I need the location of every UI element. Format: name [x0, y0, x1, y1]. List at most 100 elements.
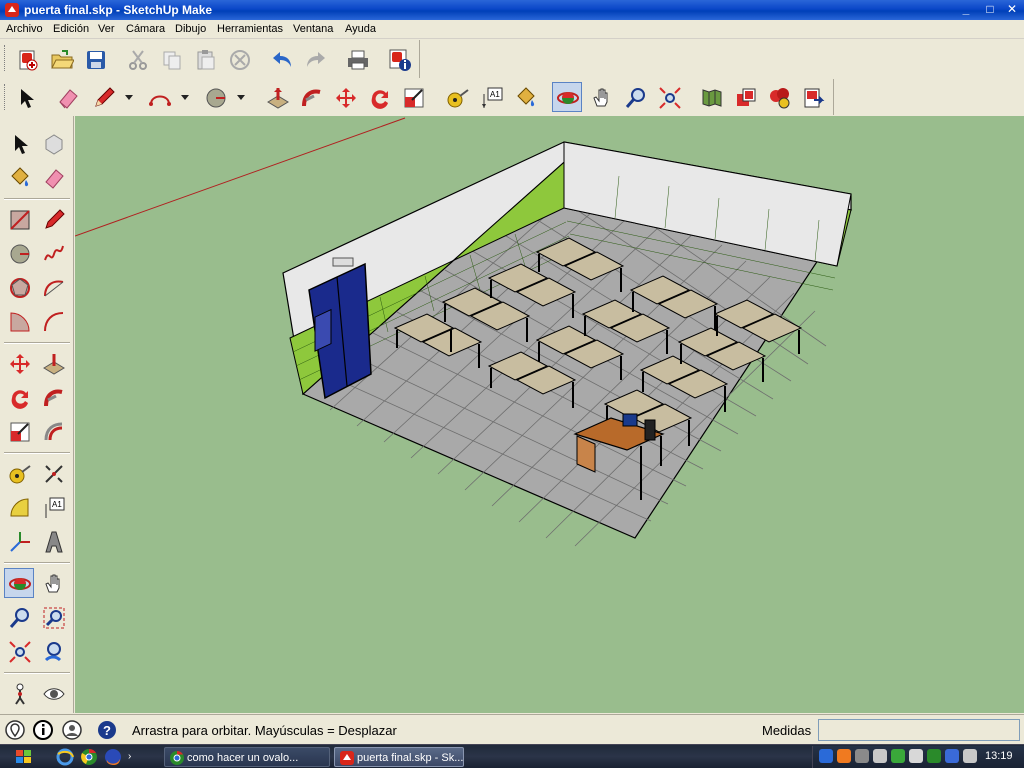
- start-button[interactable]: [4, 747, 44, 767]
- zoom-icon[interactable]: [4, 602, 34, 632]
- circle-icon[interactable]: [4, 238, 34, 268]
- taskbar-button-sketchup[interactable]: puerta final.skp - Sk...: [334, 747, 464, 767]
- zoom-window-icon[interactable]: [38, 602, 68, 632]
- printer-tray-icon[interactable]: [855, 749, 869, 763]
- position-camera-icon[interactable]: [4, 678, 34, 708]
- layout-send-icon[interactable]: [798, 82, 828, 112]
- taskbar-button-chrome[interactable]: como hacer un ovalo...: [164, 747, 330, 767]
- settings-tray-icon[interactable]: [873, 749, 887, 763]
- menu-herramientas[interactable]: Herramientas: [217, 23, 283, 35]
- axes-icon[interactable]: [4, 526, 34, 556]
- print-icon[interactable]: [342, 44, 372, 74]
- arc-icon[interactable]: [144, 82, 174, 112]
- scale-icon[interactable]: [4, 416, 34, 446]
- close-button[interactable]: ✕: [1004, 2, 1020, 17]
- chrome-quicklaunch-icon[interactable]: [80, 748, 98, 766]
- new-file-icon[interactable]: [12, 44, 42, 74]
- offset-icon[interactable]: [38, 416, 68, 446]
- measurements-input[interactable]: [818, 719, 1020, 741]
- rectangle-icon[interactable]: [4, 204, 34, 234]
- move-icon[interactable]: [4, 348, 34, 378]
- geo-location-icon[interactable]: [4, 719, 26, 741]
- extension-warehouse-icon[interactable]: [764, 82, 794, 112]
- eraser-icon[interactable]: [52, 82, 82, 112]
- menu-edicion[interactable]: Edición: [53, 23, 89, 35]
- security-tray-icon[interactable]: [927, 749, 941, 763]
- tape-measure-icon[interactable]: [442, 82, 472, 112]
- zoom-extents-icon[interactable]: [654, 82, 684, 112]
- freehand-icon[interactable]: [38, 238, 68, 268]
- select-arrow-icon[interactable]: [10, 82, 40, 112]
- get-models-icon[interactable]: [696, 82, 726, 112]
- circle-dropdown-icon[interactable]: [236, 92, 246, 102]
- orbit-icon[interactable]: [4, 568, 34, 598]
- redo-icon[interactable]: [300, 44, 330, 74]
- menu-dibujo[interactable]: Dibujo: [175, 23, 206, 35]
- pencil-icon[interactable]: [88, 82, 118, 112]
- copy-icon[interactable]: [156, 44, 186, 74]
- menu-ayuda[interactable]: Ayuda: [345, 23, 376, 35]
- look-around-icon[interactable]: [38, 678, 68, 708]
- pencil-dropdown-icon[interactable]: [124, 92, 134, 102]
- network-tray-icon[interactable]: [819, 749, 833, 763]
- scale-icon[interactable]: [398, 82, 428, 112]
- user-account-icon[interactable]: [61, 719, 83, 741]
- circle-icon[interactable]: [200, 82, 230, 112]
- dimension-icon[interactable]: [38, 458, 68, 488]
- quicklaunch-more-icon[interactable]: ›: [128, 748, 146, 766]
- select-icon[interactable]: [4, 128, 34, 158]
- open-folder-icon[interactable]: [46, 44, 76, 74]
- java-tray-icon[interactable]: [837, 749, 851, 763]
- push-pull-icon[interactable]: [38, 348, 68, 378]
- move-icon[interactable]: [330, 82, 360, 112]
- orbit-icon[interactable]: [552, 82, 582, 112]
- line-icon[interactable]: [38, 204, 68, 234]
- zoom-extents-icon[interactable]: [4, 636, 34, 666]
- follow-me-icon[interactable]: [296, 82, 326, 112]
- polygon-icon[interactable]: [4, 272, 34, 302]
- paint-bucket-icon[interactable]: [4, 162, 34, 192]
- arc-dropdown-icon[interactable]: [180, 92, 190, 102]
- previous-view-icon[interactable]: [38, 636, 68, 666]
- follow-me-icon[interactable]: [38, 382, 68, 412]
- menu-camara[interactable]: Cámara: [126, 23, 165, 35]
- update-tray-icon[interactable]: [945, 749, 959, 763]
- undo-icon[interactable]: [266, 44, 296, 74]
- volume-tray-icon[interactable]: [909, 749, 923, 763]
- tape-measure-icon[interactable]: [4, 458, 34, 488]
- text-icon[interactable]: A1: [38, 492, 68, 522]
- eraser-icon[interactable]: [38, 162, 68, 192]
- menu-archivo[interactable]: Archivo: [6, 23, 43, 35]
- erase-circle-icon[interactable]: [224, 44, 254, 74]
- help-icon[interactable]: ?: [96, 719, 118, 741]
- zoom-icon[interactable]: [620, 82, 650, 112]
- classroom-model[interactable]: [75, 116, 1024, 713]
- minimize-button[interactable]: _: [958, 2, 974, 17]
- 3d-viewport[interactable]: [75, 116, 1024, 713]
- arc-icon[interactable]: [38, 272, 68, 302]
- maximize-button[interactable]: □: [982, 2, 998, 17]
- pie-icon[interactable]: [4, 306, 34, 336]
- pan-icon[interactable]: [38, 568, 68, 598]
- model-info-icon[interactable]: [384, 44, 414, 74]
- share-model-icon[interactable]: [730, 82, 760, 112]
- 3d-text-icon[interactable]: [38, 526, 68, 556]
- menu-ver[interactable]: Ver: [98, 23, 115, 35]
- protractor-icon[interactable]: [4, 492, 34, 522]
- firefox-quicklaunch-icon[interactable]: [104, 748, 122, 766]
- rotate-icon[interactable]: [4, 382, 34, 412]
- menu-ventana[interactable]: Ventana: [293, 23, 333, 35]
- display-tray-icon[interactable]: [963, 749, 977, 763]
- two-point-arc-icon[interactable]: [38, 306, 68, 336]
- save-icon[interactable]: [80, 44, 110, 74]
- push-pull-icon[interactable]: [262, 82, 292, 112]
- title-bar[interactable]: puerta final.skp - SketchUp Make _ □ ✕: [0, 0, 1024, 20]
- paint-bucket-icon[interactable]: [510, 82, 540, 112]
- rotate-icon[interactable]: [364, 82, 394, 112]
- ie-quicklaunch-icon[interactable]: [56, 748, 74, 766]
- credits-info-icon[interactable]: [32, 719, 54, 741]
- paste-icon[interactable]: [190, 44, 220, 74]
- text-label-icon[interactable]: A1: [476, 82, 506, 112]
- pan-hand-icon[interactable]: [586, 82, 616, 112]
- utility-tray-icon[interactable]: [891, 749, 905, 763]
